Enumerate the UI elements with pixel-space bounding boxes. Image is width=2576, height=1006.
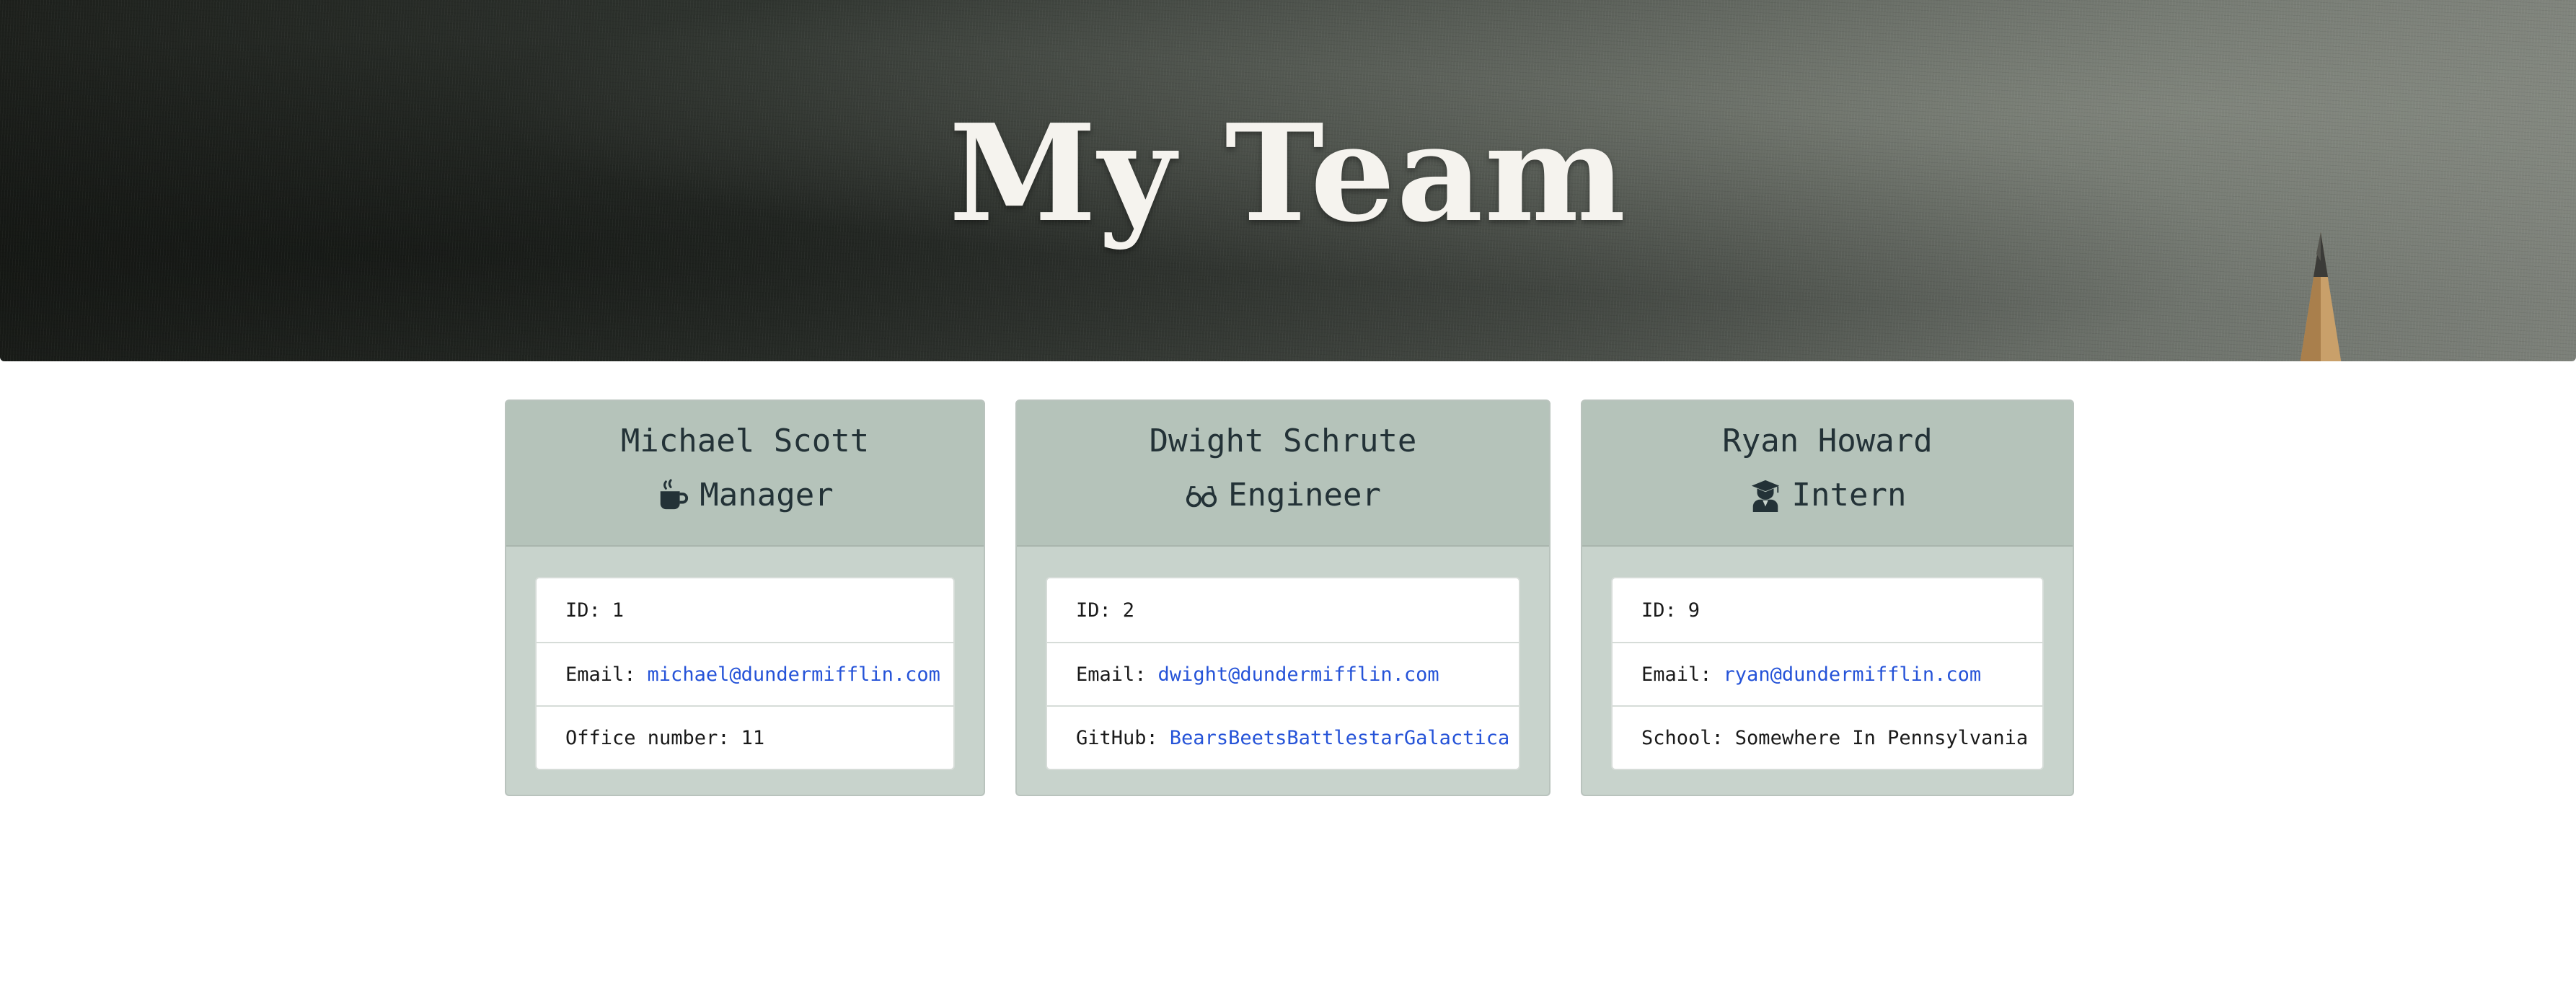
office-number-row: Office number: 11 [537, 705, 953, 769]
id-label: ID: [1641, 599, 1677, 622]
employee-name: Ryan Howard [1722, 423, 1933, 459]
employee-role: Engineer [1017, 475, 1549, 516]
id-row: ID: 1 [537, 578, 953, 642]
email-link[interactable]: ryan@dundermifflin.com [1724, 663, 1982, 686]
employee-name: Dwight Schrute [1149, 423, 1417, 459]
email-row: Email: michael@dundermifflin.com [537, 642, 953, 705]
card-header: Michael Scott Manager [506, 401, 984, 547]
card-header: Dwight Schrute Engineer [1017, 401, 1549, 547]
employee-card-engineer: Dwight Schrute Engineer ID: 2 Email: dwi… [1015, 400, 1551, 796]
id-row: ID: 2 [1047, 578, 1519, 642]
page-title: My Team [948, 94, 1628, 252]
role-label: Intern [1791, 477, 1907, 513]
office-number-value: 11 [741, 726, 765, 749]
github-link[interactable]: BearsBeetsBattlestarGalactica [1170, 727, 1509, 749]
email-row: Email: ryan@dundermifflin.com [1613, 642, 2042, 705]
id-value: 9 [1688, 599, 1701, 622]
role-label: Manager [700, 477, 834, 513]
email-link[interactable]: dwight@dundermifflin.com [1158, 663, 1439, 686]
graduate-icon [1751, 480, 1779, 512]
employee-details-list: ID: 1 Email: michael@dundermifflin.com O… [535, 577, 955, 770]
id-label: ID: [565, 599, 601, 622]
glasses-icon [1186, 486, 1217, 508]
employee-role: Intern [1582, 475, 2073, 516]
employee-card-manager: Michael Scott Manager ID: 1 Email: micha… [505, 400, 985, 796]
employee-details-list: ID: 9 Email: ryan@dundermifflin.com Scho… [1611, 577, 2044, 770]
pencil-image [2300, 232, 2342, 361]
email-label: Email: [1641, 663, 1712, 686]
hero-banner: My Team [0, 0, 2576, 361]
employee-details-list: ID: 2 Email: dwight@dundermifflin.com Gi… [1046, 577, 1520, 770]
id-label: ID: [1076, 599, 1111, 622]
school-label: School: [1641, 726, 1724, 749]
school-value: Somewhere In Pennsylvania [1734, 726, 2029, 749]
employee-name: Michael Scott [620, 423, 870, 459]
coffee-mug-icon [661, 479, 689, 510]
github-row: GitHub: BearsBeetsBattlestarGalactica [1047, 705, 1519, 769]
github-label: GitHub: [1076, 726, 1158, 749]
email-row: Email: dwight@dundermifflin.com [1047, 642, 1519, 705]
school-row: School: Somewhere In Pennsylvania [1613, 705, 2042, 769]
id-row: ID: 9 [1613, 578, 2042, 642]
employee-card-intern: Ryan Howard Intern ID: 9 Email: ryan@dun… [1581, 400, 2074, 796]
email-label: Email: [1076, 663, 1147, 686]
id-value: 2 [1122, 599, 1135, 622]
email-link[interactable]: michael@dundermifflin.com [648, 663, 940, 686]
id-value: 1 [612, 599, 625, 622]
office-number-label: Office number: [565, 726, 730, 749]
employee-role: Manager [506, 475, 984, 516]
role-label: Engineer [1228, 477, 1381, 513]
email-label: Email: [565, 663, 636, 686]
card-header: Ryan Howard Intern [1582, 401, 2073, 547]
